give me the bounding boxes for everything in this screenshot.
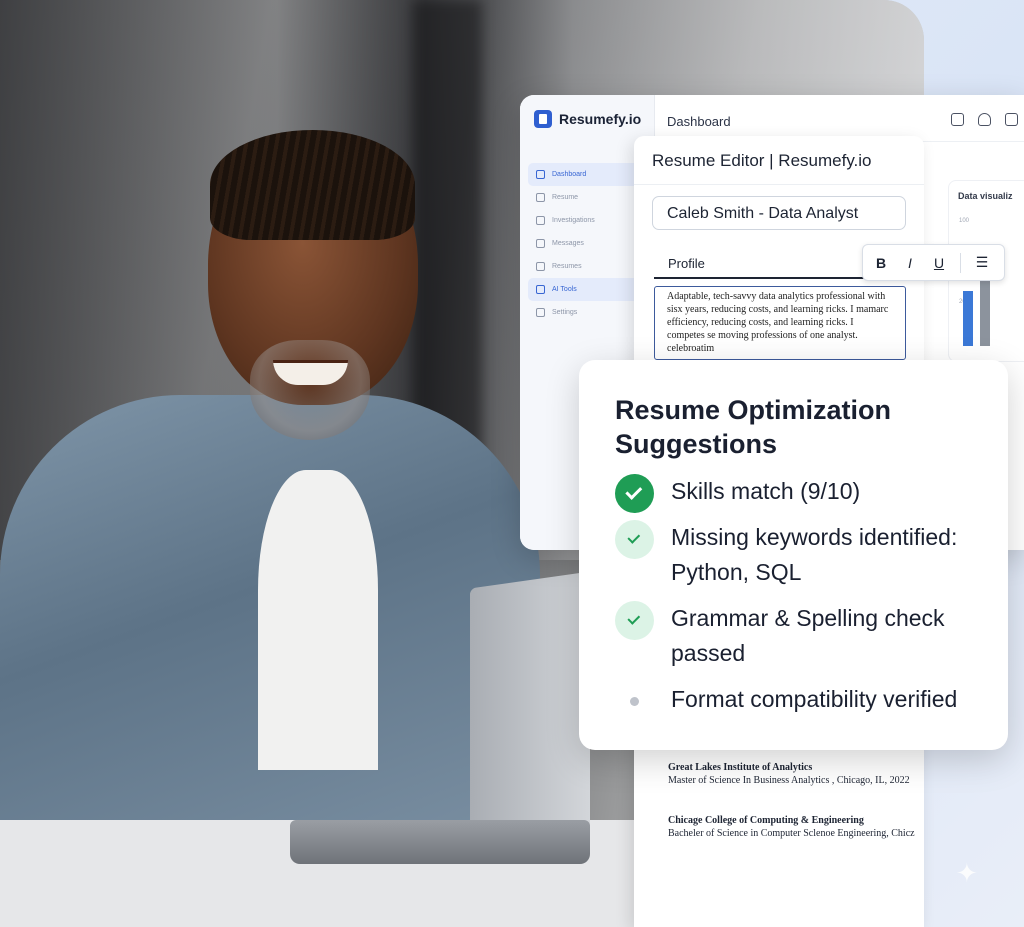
format-toolbar: B I U ☰ — [862, 244, 1005, 281]
education-degree: Master of Science In Business Analytics … — [668, 775, 910, 786]
education-school: Chicage College of Computing & Engineeri… — [668, 815, 864, 826]
check-circle-icon — [615, 601, 654, 640]
suggestion-item: Format compatibility verified — [615, 682, 957, 721]
profile-textarea[interactable]: Adaptable, tech-savvy data analytics pro… — [654, 286, 906, 360]
brand[interactable]: Resumefy.io — [534, 110, 641, 128]
message-icon — [536, 239, 545, 248]
user-icon — [536, 262, 545, 271]
editor-title: Resume Editor | Resumefy.io — [652, 151, 872, 170]
document-icon — [536, 216, 545, 225]
sidebar-item-messages[interactable]: Messages — [528, 232, 648, 255]
brand-name: Resumefy.io — [559, 111, 642, 127]
suggestion-item: Skills match (9/10) — [615, 474, 860, 513]
sidebar-nav: Dashboard Resume Investigations Messages… — [528, 163, 648, 324]
bell-icon[interactable] — [978, 113, 991, 126]
dashboard-header: Dashboard — [654, 95, 1024, 142]
mail-icon[interactable] — [1005, 113, 1018, 126]
sidebar-item-ai-tools[interactable]: AI Tools — [528, 278, 648, 301]
suggestions-title: Resume Optimization Suggestions — [615, 395, 892, 459]
bold-button[interactable]: B — [873, 255, 889, 271]
resume-name-input[interactable]: Caleb Smith - Data Analyst — [652, 196, 906, 230]
check-circle-icon — [615, 520, 654, 559]
italic-button[interactable]: I — [902, 255, 918, 271]
pending-dot-icon — [615, 682, 654, 721]
suggestion-item: Missing keywords identified: Python, SQL — [615, 520, 1001, 590]
sparkle-icon: ✦ — [956, 858, 978, 888]
grid-icon — [536, 170, 545, 179]
underline-button[interactable]: U — [931, 255, 947, 271]
sidebar-item-settings[interactable]: Settings — [528, 301, 648, 324]
laptop — [290, 571, 590, 880]
bullet-list-icon[interactable]: ☰ — [974, 254, 990, 271]
gear-icon — [536, 285, 545, 294]
users-icon — [536, 193, 545, 202]
check-circle-icon — [615, 474, 654, 513]
page-title: Dashboard — [667, 114, 731, 129]
sidebar-item-dashboard[interactable]: Dashboard — [528, 163, 648, 186]
resumefy-logo-icon — [534, 110, 552, 128]
chart-title: Data visualiz — [958, 191, 1013, 201]
chart-bar — [963, 291, 973, 346]
settings-icon — [536, 308, 545, 317]
sidebar-item-resumes[interactable]: Resumes — [528, 255, 648, 278]
suggestion-item: Grammar & Spelling check passed — [615, 601, 981, 671]
sidebar-item-resume[interactable]: Resume — [528, 186, 648, 209]
profile-section-label: Profile — [668, 256, 705, 271]
tick-label: 100 — [959, 218, 970, 224]
education-degree: Bacheler of Science in Computer Sclenoe … — [668, 828, 915, 839]
education-school: Great Lakes Institute of Analytics — [668, 762, 813, 773]
optimization-suggestions-card: Resume Optimization Suggestions Skills m… — [579, 360, 1008, 750]
divider — [654, 277, 864, 279]
apps-icon[interactable] — [951, 113, 964, 126]
sidebar-item-investigations[interactable]: Investigations — [528, 209, 648, 232]
